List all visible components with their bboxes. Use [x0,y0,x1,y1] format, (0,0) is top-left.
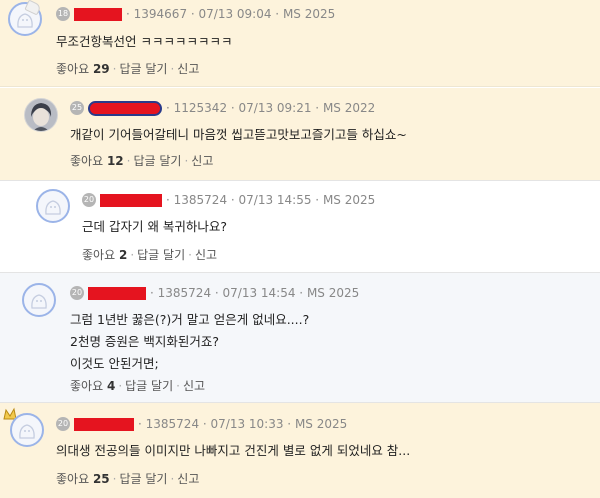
ghost-avatar-icon [19,424,35,439]
comment-meta: · 1385724 · 07/13 14:55 · MS 2025 [166,193,376,207]
like-count: 25 [92,472,110,486]
like-button[interactable]: 좋아요 25 [56,472,110,486]
comment-header: 20 · 1385724 · 07/13 14:55 · MS 2025 [82,192,375,208]
comment-meta: · 1385724 · 07/13 10:33 · MS 2025 [138,417,348,431]
comment-actions: 좋아요 29 · 답글 달기 · 신고 [56,62,200,76]
level-badge: 18 [56,7,70,21]
like-button[interactable]: 좋아요 4 [70,379,115,393]
comment-meta: · 1125342 · 07/13 09:21 · MS 2022 [166,101,376,115]
level-badge: 20 [56,417,70,431]
comment-header: 20 · 1385724 · 07/13 10:33 · MS 2025 [56,416,347,432]
comment-actions: 좋아요 25 · 답글 달기 · 신고 [56,472,200,486]
reply-button[interactable]: 답글 달기 [119,472,167,486]
comment-line: 이것도 안된거면; [70,356,159,371]
comment-4: 20 · 1385724 · 07/13 14:54 · MS 2025 그럼 … [0,272,600,402]
like-count: 12 [106,154,124,168]
comment-line: 그럼 1년반 꿇은(?)거 말고 얻은게 없네요....? [70,312,310,327]
ghost-avatar-icon [31,294,47,309]
redacted-username[interactable] [100,193,162,207]
comment-2: 25 · 1125342 · 07/13 09:21 · MS 2022 개같이… [0,88,600,180]
report-button[interactable]: 신고 [195,248,217,262]
report-button[interactable]: 신고 [183,379,205,393]
redacted-username[interactable] [74,417,134,431]
comment-line: 개같이 기어들어갈테니 마음껏 씹고뜯고맛보고즐기고들 하십쇼~ [70,127,407,142]
ghost-avatar-icon [45,200,61,215]
comment-text: 개같이 기어들어갈테니 마음껏 씹고뜯고맛보고즐기고들 하십쇼~ [70,124,407,146]
comment-header: 25 · 1125342 · 07/13 09:21 · MS 2022 [70,100,375,116]
comment-meta: · 1394667 · 07/13 09:04 · MS 2025 [126,7,336,21]
comment-actions: 좋아요 4 · 답글 달기 · 신고 [70,379,206,393]
profile-photo-icon [25,99,57,131]
like-button[interactable]: 좋아요 29 [56,62,110,76]
comment-header: 20 · 1385724 · 07/13 14:54 · MS 2025 [70,285,359,301]
comment-line: 무조건항복선언 ㅋㅋㅋㅋㅋㅋㅋㅋ [56,34,233,49]
avatar[interactable] [36,189,70,223]
redacted-username[interactable] [88,286,146,300]
comment-1: 18 · 1394667 · 07/13 09:04 · MS 2025 무조건… [0,0,600,87]
redacted-username[interactable] [88,100,162,116]
report-button[interactable]: 신고 [191,154,213,168]
profile-photo-avatar[interactable] [24,98,58,132]
like-count: 29 [92,62,110,76]
comment-actions: 좋아요 12 · 답글 달기 · 신고 [70,154,214,168]
avatar[interactable] [22,283,56,317]
comment-3: 20 · 1385724 · 07/13 14:55 · MS 2025 근데 … [0,180,600,272]
level-badge: 25 [70,101,84,115]
like-button[interactable]: 좋아요 12 [70,154,124,168]
like-button[interactable]: 좋아요 2 [82,248,127,262]
comment-meta: · 1385724 · 07/13 14:54 · MS 2025 [150,286,360,300]
like-count: 4 [106,379,116,393]
comment-text: 의대생 전공의들 이미지만 나빠지고 건진게 별로 없게 되었네요 참... [56,440,410,462]
reply-button[interactable]: 답글 달기 [125,379,173,393]
reply-button[interactable]: 답글 달기 [133,154,181,168]
comment-5: 20 · 1385724 · 07/13 10:33 · MS 2025 의대생… [0,402,600,498]
reply-button[interactable]: 답글 달기 [119,62,167,76]
level-badge: 20 [82,193,96,207]
redacted-username[interactable] [74,7,122,21]
like-count: 2 [118,248,128,262]
comment-text: 근데 갑자기 왜 복귀하나요? [82,216,227,238]
comment-text: 그럼 1년반 꿇은(?)거 말고 얻은게 없네요....? 2천명 증원은 백지… [70,309,309,375]
level-badge: 20 [70,286,84,300]
report-button[interactable]: 신고 [177,472,199,486]
comment-text: 무조건항복선언 ㅋㅋㅋㅋㅋㅋㅋㅋ [56,31,232,53]
comment-header: 18 · 1394667 · 07/13 09:04 · MS 2025 [56,6,335,22]
comment-line: 2천명 증원은 백지화된거죠? [70,334,220,349]
report-button[interactable]: 신고 [177,62,199,76]
comment-actions: 좋아요 2 · 답글 달기 · 신고 [82,248,218,262]
comment-line: 의대생 전공의들 이미지만 나빠지고 건진게 별로 없게 되었네요 참... [56,443,411,458]
reply-button[interactable]: 답글 달기 [137,248,185,262]
avatar[interactable] [10,413,44,447]
comment-line: 근데 갑자기 왜 복귀하나요? [82,219,228,234]
